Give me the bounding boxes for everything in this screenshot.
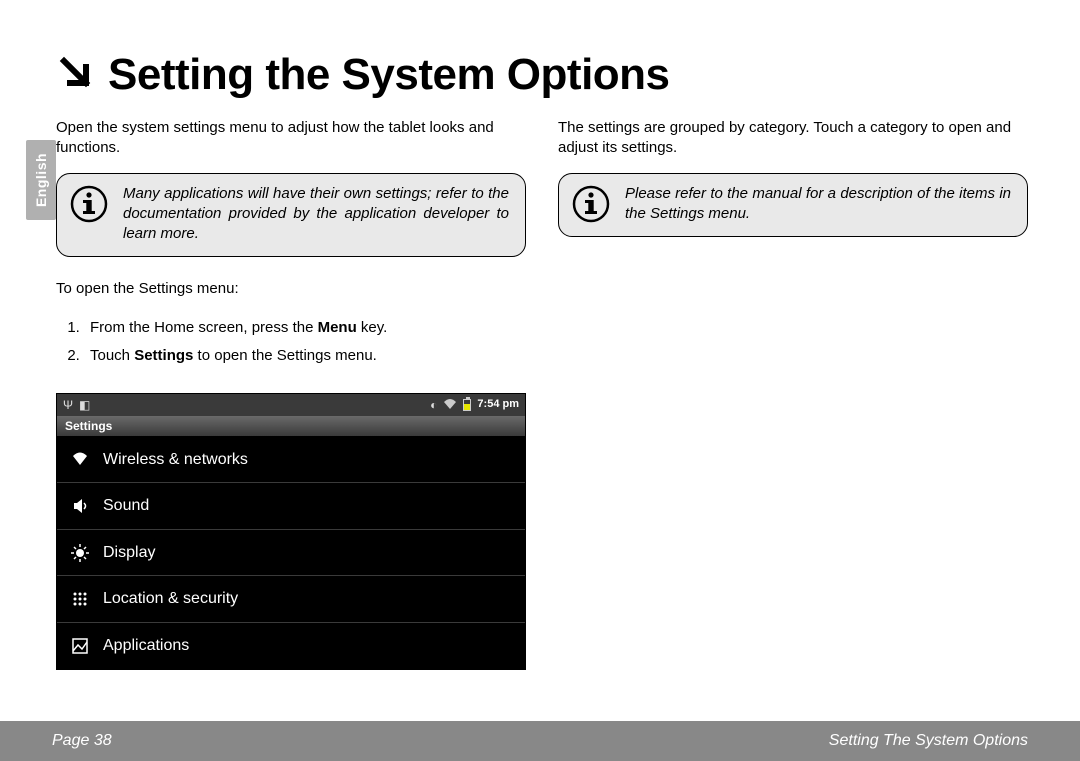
info-icon: [69, 184, 109, 224]
screenshot-titlebar: Settings: [57, 416, 525, 437]
display-icon: [71, 544, 89, 562]
page-title-row: Setting the System Options: [56, 50, 1040, 100]
right-callout: Please refer to the manual for a descrip…: [558, 173, 1028, 238]
page-footer: Page 38 Setting The System Options: [0, 721, 1080, 761]
step-1: From the Home screen, press the Menu key…: [84, 314, 526, 343]
page-title: Setting the System Options: [108, 50, 670, 100]
settings-item-label: Sound: [103, 495, 149, 517]
battery-icon: [463, 399, 471, 411]
steps-list: From the Home screen, press the Menu key…: [56, 314, 526, 371]
steps-lead: To open the Settings menu:: [56, 279, 526, 299]
footer-page-label: Page 38: [52, 732, 112, 750]
language-tab: English: [26, 140, 56, 220]
settings-item-label: Location & security: [103, 588, 238, 610]
settings-item-label: Applications: [103, 635, 189, 657]
sound-icon: [71, 497, 89, 515]
android-settings-screenshot: Ψ ◧ ◐ 7:54 pm Settings: [56, 393, 526, 670]
applications-icon: [71, 637, 89, 655]
footer-section-label: Setting The System Options: [829, 732, 1028, 750]
settings-item-applications[interactable]: Applications: [57, 623, 525, 669]
location-icon: [71, 590, 89, 608]
language-tab-label: English: [33, 153, 49, 207]
step-2: Touch Settings to open the Settings menu…: [84, 342, 526, 371]
right-column: The settings are grouped by category. To…: [558, 118, 1028, 670]
left-callout: Many applications will have their own se…: [56, 173, 526, 258]
left-column: Open the system settings menu to adjust …: [56, 118, 526, 670]
arrow-down-right-icon: [56, 53, 96, 98]
info-icon: [571, 184, 611, 224]
settings-item-wireless[interactable]: Wireless & networks: [57, 437, 525, 484]
sync-icon: ◐: [430, 399, 437, 411]
settings-item-sound[interactable]: Sound: [57, 483, 525, 530]
settings-item-label: Display: [103, 542, 155, 564]
right-intro: The settings are grouped by category. To…: [558, 118, 1028, 159]
status-bar: Ψ ◧ ◐ 7:54 pm: [57, 394, 525, 416]
status-clock: 7:54 pm: [477, 397, 519, 412]
left-callout-text: Many applications will have their own se…: [123, 184, 509, 245]
wifi-status-icon: [443, 398, 457, 412]
left-intro: Open the system settings menu to adjust …: [56, 118, 526, 159]
usb-icon: Ψ: [63, 399, 73, 411]
settings-item-location[interactable]: Location & security: [57, 576, 525, 623]
android-icon: ◧: [79, 399, 90, 411]
settings-item-display[interactable]: Display: [57, 530, 525, 577]
settings-item-label: Wireless & networks: [103, 449, 248, 471]
wifi-icon: [71, 450, 89, 468]
right-callout-text: Please refer to the manual for a descrip…: [625, 184, 1011, 225]
